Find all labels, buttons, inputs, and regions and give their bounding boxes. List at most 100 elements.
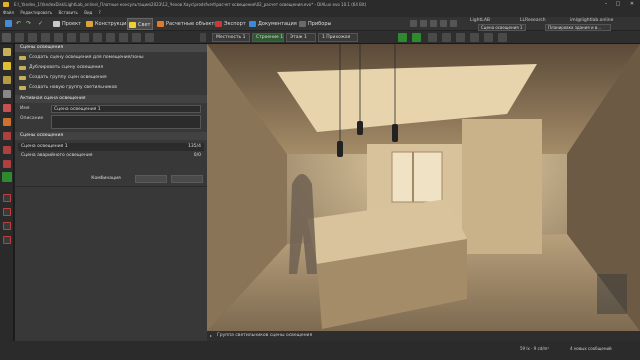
room-dropdown[interactable]: 1 Прихожая xyxy=(318,33,358,42)
sun-icon[interactable] xyxy=(54,33,63,42)
window-title: E:\_Yandex_1\YandexDisk\LightLab_online\… xyxy=(14,2,367,7)
menu-insert[interactable]: Вставить xyxy=(59,10,78,15)
room-render xyxy=(207,44,640,331)
building-select[interactable]: Планировка здания и в... xyxy=(545,24,611,31)
minimize-button[interactable]: – xyxy=(600,0,612,9)
sync-icon[interactable] xyxy=(80,33,89,42)
zoom-icon[interactable] xyxy=(119,33,128,42)
location-dropdown[interactable]: Местность 1 xyxy=(212,33,250,42)
tab-luminaires[interactable]: Приборы xyxy=(298,18,331,30)
wireframe-icon[interactable] xyxy=(484,33,493,42)
messages-link[interactable]: 4 новых сообщений xyxy=(570,346,612,351)
active-scene-header: Активная сцена освещения xyxy=(15,95,207,103)
menu-help[interactable]: ? xyxy=(99,10,101,15)
checkmark-icon[interactable]: ✓ xyxy=(38,20,45,27)
duplicate-scene-action[interactable]: Дублировать сцену освещения xyxy=(19,64,103,72)
wrench-tool-icon[interactable] xyxy=(3,132,11,140)
render-icon[interactable] xyxy=(145,33,154,42)
luminaires-icon xyxy=(299,21,306,27)
maximize-button[interactable]: □ xyxy=(612,0,624,9)
close-button[interactable]: ✕ xyxy=(626,0,638,9)
help-icon[interactable] xyxy=(410,20,417,27)
description-input[interactable] xyxy=(51,115,201,129)
tab-documentation[interactable]: Документация xyxy=(248,18,297,30)
ribbon-tabs: ↶ ↷ ✓ Проект Конструкция Свет Расчетные … xyxy=(0,17,640,31)
toolbar: Местность 1 Строение 1 Этаж 1 1 Прихожая xyxy=(0,31,640,44)
edit-tool-icon[interactable] xyxy=(3,118,11,126)
layers-icon[interactable] xyxy=(41,33,50,42)
tab-export[interactable]: Экспорт xyxy=(214,18,246,30)
create-room-scene-action[interactable]: Создать сцену освещения для помещения/зо… xyxy=(19,54,144,62)
line-tool-icon[interactable] xyxy=(3,208,11,216)
viewport-status-bar: ▸ Группа светильников сцены освещения xyxy=(207,331,640,341)
scenes-tool-icon[interactable] xyxy=(3,48,11,56)
menu-edit[interactable]: Редактировать xyxy=(20,10,52,15)
expand-icon[interactable]: ▸ xyxy=(210,334,212,338)
view-front-icon[interactable] xyxy=(428,33,437,42)
monitor-icon[interactable] xyxy=(440,20,447,27)
create-luminaire-group-action[interactable]: Создать новую группу светильников xyxy=(19,84,117,92)
star-icon[interactable] xyxy=(450,20,457,27)
grid-icon[interactable] xyxy=(430,20,437,27)
collapse-panel-icon[interactable] xyxy=(200,33,206,42)
tab-label: Проект xyxy=(62,21,82,27)
view-3d-icon[interactable] xyxy=(398,33,407,42)
bulb-tool-icon[interactable] xyxy=(3,62,11,70)
floor-dropdown[interactable]: Этаж 1 xyxy=(286,33,316,42)
lamp-tool-icon[interactable] xyxy=(3,76,11,84)
save-icon[interactable] xyxy=(5,20,12,27)
menu-view[interactable]: Вид xyxy=(84,10,92,15)
scene-row-name: Сцена освещения 1 xyxy=(21,144,68,149)
false-color-icon[interactable] xyxy=(470,33,479,42)
select-tool-icon[interactable] xyxy=(2,33,11,42)
scene-name-input[interactable]: Сцена освещения 1 xyxy=(51,105,201,113)
room-value: 1 Прихожая xyxy=(322,35,351,40)
measure-icon[interactable] xyxy=(106,33,115,42)
redo-icon[interactable]: ↷ xyxy=(26,20,33,27)
view-side-icon[interactable] xyxy=(442,33,451,42)
view-iso-icon[interactable] xyxy=(456,33,465,42)
building-select-value: Планировка здания и в... xyxy=(548,25,601,30)
scene-select[interactable]: Сцена освещения 1 xyxy=(478,24,526,31)
daylight-tool-icon[interactable] xyxy=(3,160,11,168)
project-icon xyxy=(53,21,60,27)
info-icon[interactable] xyxy=(132,33,141,42)
polygon-tool-icon[interactable] xyxy=(3,236,11,244)
scene-row[interactable]: Сцена аварийного освещения 0/0 xyxy=(18,152,204,160)
tab-project[interactable]: Проект xyxy=(52,18,82,30)
scene-active-tool-icon[interactable] xyxy=(2,172,12,182)
3d-viewport[interactable] xyxy=(207,44,640,331)
lightbulb-icon xyxy=(129,22,136,28)
shading-icon[interactable] xyxy=(498,33,507,42)
camera-icon[interactable] xyxy=(15,33,24,42)
arrange-tool-icon[interactable] xyxy=(3,104,11,112)
tab-construction[interactable]: Конструкция xyxy=(85,18,129,30)
view-plan-icon[interactable] xyxy=(412,33,421,42)
combination-add-button[interactable] xyxy=(135,175,167,183)
undo-icon[interactable]: ↶ xyxy=(16,20,23,27)
search-icon[interactable] xyxy=(67,33,76,42)
settings-icon[interactable] xyxy=(420,20,427,27)
building-value: Строение 1 xyxy=(256,35,284,40)
menu-bar: Файл Редактировать Вставить Вид ? xyxy=(0,9,640,17)
left-tool-strip xyxy=(0,44,14,360)
create-scene-group-action[interactable]: Создать группу сцен освещения xyxy=(19,74,107,82)
scene-row[interactable]: Сцена освещения 1 135/4 xyxy=(18,143,204,151)
tab-calc-objects[interactable]: Расчетные объекты xyxy=(156,18,218,30)
group-tool-icon[interactable] xyxy=(3,146,11,154)
panel-divider xyxy=(15,186,207,187)
rect-tool-icon[interactable] xyxy=(3,222,11,230)
action-label: Создать группу сцен освещения xyxy=(29,75,107,80)
combination-button[interactable]: Комбинация xyxy=(87,175,125,183)
tab-label: Документация xyxy=(258,21,297,27)
combination-remove-button[interactable] xyxy=(171,175,203,183)
tab-light[interactable]: Свет xyxy=(127,18,153,30)
tab-label: Свет xyxy=(138,22,151,28)
action-label: Создать сцену освещения для помещения/зо… xyxy=(29,55,144,60)
building-dropdown[interactable]: Строение 1 xyxy=(252,33,284,42)
menu-file[interactable]: Файл xyxy=(3,10,14,15)
cursor-icon[interactable] xyxy=(93,33,102,42)
frame-tool-icon[interactable] xyxy=(3,194,11,202)
copy-tool-icon[interactable] xyxy=(3,90,11,98)
move-icon[interactable] xyxy=(28,33,37,42)
